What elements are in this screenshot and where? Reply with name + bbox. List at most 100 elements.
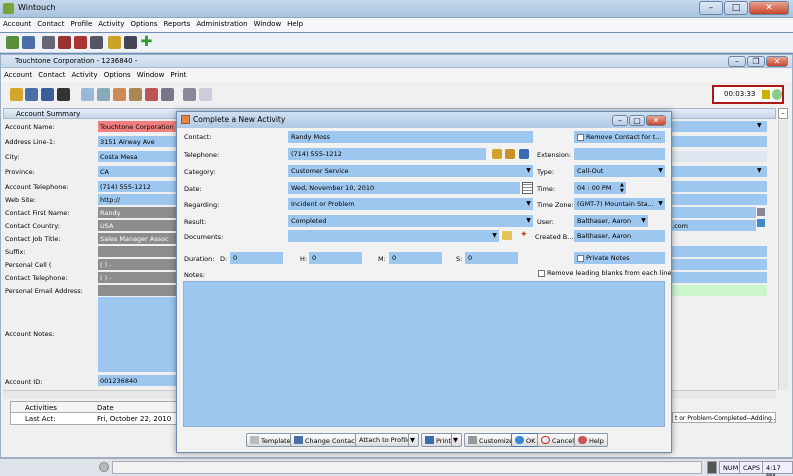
contact-icon[interactable] bbox=[22, 36, 35, 49]
menu-contact[interactable]: Contact bbox=[34, 18, 67, 30]
province-field[interactable]: CA bbox=[98, 166, 179, 177]
right-email-field[interactable]: .com bbox=[670, 220, 756, 231]
task-icon[interactable] bbox=[90, 36, 103, 49]
dialog-close-button[interactable]: ✕ bbox=[646, 115, 666, 126]
imenu-activity[interactable]: Activity bbox=[69, 69, 101, 81]
menu-options[interactable]: Options bbox=[127, 18, 160, 30]
collapse-icon[interactable]: – bbox=[778, 108, 788, 119]
chevron-down-icon[interactable]: ▼ bbox=[524, 215, 533, 227]
account-id-field[interactable]: 001236840 bbox=[98, 375, 179, 386]
last-act-date[interactable]: Fri, October 22, 2010 bbox=[97, 415, 171, 423]
open-folder-icon[interactable] bbox=[502, 231, 512, 240]
browse-icon[interactable] bbox=[757, 208, 765, 216]
right-field[interactable] bbox=[670, 121, 767, 132]
imenu-window[interactable]: Window bbox=[134, 69, 168, 81]
category-select[interactable]: Customer Service bbox=[288, 165, 524, 177]
notes-textarea[interactable] bbox=[183, 281, 665, 427]
type-select[interactable]: Call-Out bbox=[574, 165, 656, 177]
right-field[interactable] bbox=[670, 207, 756, 218]
chevron-down-icon[interactable]: ▼ bbox=[490, 230, 499, 242]
chevron-down-icon[interactable]: ▼ bbox=[639, 215, 648, 227]
notes-icon[interactable] bbox=[108, 36, 121, 49]
web-site-field[interactable]: http:// bbox=[98, 194, 179, 205]
menu-profile[interactable]: Profile bbox=[68, 18, 96, 30]
print-button[interactable]: Print bbox=[421, 433, 455, 447]
activities-column-header[interactable]: Activities bbox=[25, 404, 57, 412]
chevron-down-icon[interactable]: ▼ bbox=[656, 198, 665, 210]
address-field[interactable]: 3151 Airway Ave bbox=[98, 136, 179, 147]
dialog-minimize-button[interactable]: – bbox=[612, 115, 628, 126]
customize-button[interactable]: Customize bbox=[464, 433, 518, 447]
imenu-options[interactable]: Options bbox=[101, 69, 134, 81]
note-icon[interactable] bbox=[145, 88, 158, 101]
imenu-contact[interactable]: Contact bbox=[35, 69, 68, 81]
menu-administration[interactable]: Administration bbox=[193, 18, 250, 30]
maximize-button[interactable]: □ bbox=[724, 1, 748, 15]
minutes-field[interactable]: 0 bbox=[389, 252, 442, 264]
history-icon[interactable] bbox=[129, 88, 142, 101]
right-field[interactable] bbox=[670, 272, 767, 283]
private-notes-checkbox[interactable]: Private Notes bbox=[574, 252, 665, 264]
schedule-icon[interactable] bbox=[113, 88, 126, 101]
keyboard-icon[interactable] bbox=[183, 88, 196, 101]
inner-minimize-button[interactable]: – bbox=[728, 56, 746, 67]
book-icon[interactable] bbox=[161, 88, 174, 101]
refresh-icon[interactable] bbox=[6, 36, 19, 49]
right-field[interactable] bbox=[670, 166, 767, 177]
days-field[interactable]: 0 bbox=[230, 252, 283, 264]
menu-activity[interactable]: Activity bbox=[95, 18, 127, 30]
right-field[interactable] bbox=[670, 285, 767, 296]
regarding-select[interactable]: Incident or Problem bbox=[288, 198, 524, 210]
timer-icon[interactable] bbox=[772, 89, 782, 100]
time-spinner-icon[interactable]: ▲ ▼ bbox=[620, 182, 624, 194]
right-field[interactable] bbox=[670, 259, 767, 270]
email-icon[interactable] bbox=[757, 219, 765, 227]
chevron-down-icon[interactable]: ▼ bbox=[524, 198, 533, 210]
phone-icon[interactable] bbox=[57, 88, 70, 101]
right-field[interactable] bbox=[670, 136, 767, 147]
menu-account[interactable]: Account bbox=[0, 18, 34, 30]
menu-window[interactable]: Window bbox=[251, 18, 285, 30]
seconds-field[interactable]: 0 bbox=[465, 252, 518, 264]
right-field[interactable] bbox=[670, 181, 767, 192]
contact-job-title-field[interactable]: Sales Manager Assoc bbox=[98, 233, 179, 244]
timezone-select[interactable]: (GMT-7) Mountain Sta... bbox=[574, 198, 656, 210]
suffix-field[interactable] bbox=[98, 246, 179, 257]
contact-first-name-field[interactable]: Randy bbox=[98, 207, 179, 218]
people-icon[interactable] bbox=[41, 88, 54, 101]
right-field[interactable] bbox=[670, 194, 767, 205]
contact-field[interactable]: Randy Moss bbox=[288, 131, 533, 143]
account-name-field[interactable]: Touchtone Corporation bbox=[98, 121, 179, 132]
menu-help[interactable]: Help bbox=[284, 18, 306, 30]
city-field[interactable]: Costa Mesa bbox=[98, 151, 179, 162]
person-icon[interactable] bbox=[25, 88, 38, 101]
ok-button[interactable]: OK bbox=[511, 433, 540, 447]
vertical-scrollbar[interactable] bbox=[778, 120, 788, 390]
imenu-print[interactable]: Print bbox=[167, 69, 189, 81]
inner-close-button[interactable]: ✕ bbox=[766, 56, 788, 67]
email-icon[interactable] bbox=[97, 88, 110, 101]
imenu-account[interactable]: Account bbox=[1, 69, 35, 81]
print-dropdown-button[interactable]: ▼ bbox=[451, 433, 462, 447]
result-select[interactable]: Completed bbox=[288, 215, 524, 227]
last-act-description[interactable]: t or Problem-Completed--Adding... bbox=[672, 412, 776, 423]
date-column-header[interactable]: Date bbox=[97, 404, 114, 412]
chevron-down-icon[interactable]: ▼ bbox=[757, 122, 762, 129]
attach-to-profile-button[interactable]: Attach to Profile bbox=[355, 433, 415, 447]
calendar-icon[interactable] bbox=[58, 36, 71, 49]
folder-icon[interactable] bbox=[10, 88, 23, 101]
chart-icon[interactable] bbox=[74, 36, 87, 49]
chevron-down-icon[interactable]: ▼ bbox=[524, 165, 533, 177]
documents-select[interactable] bbox=[288, 230, 490, 242]
document-icon[interactable] bbox=[199, 88, 212, 101]
remove-contact-checkbox[interactable]: Remove Contact for t... bbox=[574, 131, 665, 143]
contact-telephone-field[interactable]: ( ) - bbox=[98, 272, 179, 283]
hours-field[interactable]: 0 bbox=[309, 252, 362, 264]
account-telephone-field[interactable]: (714) 555-1212 bbox=[98, 181, 179, 192]
created-by-field[interactable]: Balthaser, Aaron bbox=[574, 230, 665, 242]
inner-restore-button[interactable]: ❐ bbox=[747, 56, 765, 67]
personal-email-field[interactable] bbox=[98, 285, 179, 296]
phone-contact-icon[interactable] bbox=[519, 149, 529, 159]
extension-field[interactable] bbox=[574, 148, 665, 160]
account-notes-field[interactable] bbox=[98, 297, 179, 372]
